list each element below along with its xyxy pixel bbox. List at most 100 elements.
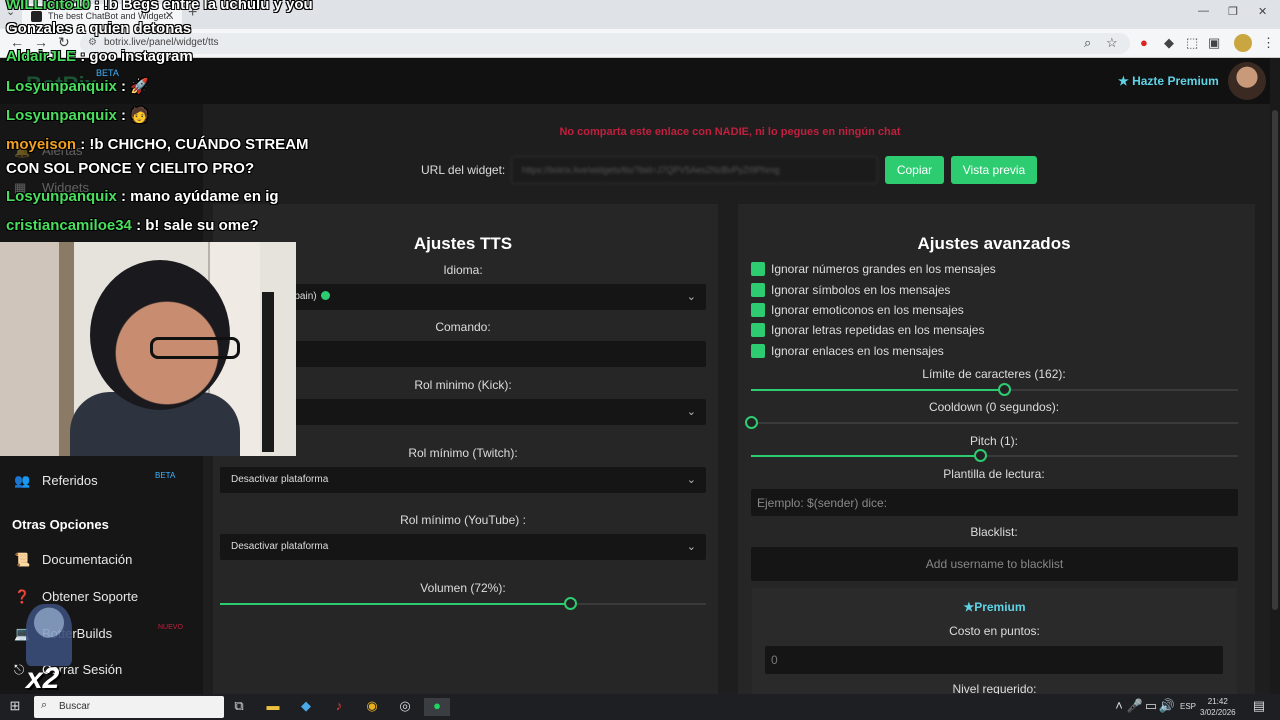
checkbox-ignore-repeated[interactable]: Ignorar letras repetidas en los mensajes (751, 323, 984, 339)
puzzle-icon[interactable]: ⬚ (1186, 35, 1198, 51)
blacklist-label: Blacklist: (970, 525, 1018, 539)
widget-url-label: URL del widget: (421, 163, 506, 177)
clock-time: 21:42 (1207, 697, 1228, 706)
chevron-down-icon: ⌄ (686, 474, 696, 486)
pitch-slider-knob[interactable] (973, 449, 987, 462)
screenshot-icon[interactable]: ▣ (1208, 35, 1220, 51)
referidos-beta-badge: BETA (155, 471, 176, 480)
chevron-down-icon: ⌄ (686, 541, 696, 553)
premium-section-label: Premium (974, 600, 1026, 614)
char-limit-slider[interactable] (751, 383, 1238, 396)
copy-button[interactable]: Copiar (885, 156, 944, 184)
chevron-down-icon: ⌄ (686, 291, 696, 303)
url-text: botrix.live/panel/widget/tts (104, 37, 219, 48)
checkbox-ignore-links[interactable]: Ignorar enlaces en los mensajes (751, 344, 944, 360)
scroll-icon: 📜 (14, 552, 31, 567)
twitch-role-select[interactable]: Desactivar plataforma ⌄ (220, 467, 706, 493)
chat-text: : goo instagram (76, 48, 193, 65)
template-input[interactable]: Ejemplo: $(sender) dice: (751, 489, 1238, 516)
botterbuilds-new-badge: NUEVO (158, 624, 183, 631)
cost-input[interactable]: 0 (765, 646, 1223, 674)
chrome-icon[interactable]: ◉ (363, 698, 381, 716)
spotify-icon[interactable]: ● (424, 698, 450, 716)
volume-icon[interactable]: 🔊 (1158, 698, 1176, 716)
users-icon: 👥 (14, 473, 31, 488)
notifications-icon[interactable]: ▤ (1250, 698, 1268, 716)
chat-username: moyeison (6, 136, 77, 153)
menu-kebab-icon[interactable]: ⋮ (1262, 35, 1275, 51)
task-view-icon[interactable]: ⧉ (230, 698, 248, 716)
webcam-glasses (150, 337, 240, 359)
app-icon[interactable]: ♪ (330, 698, 348, 716)
chat-message: Gonzales a quien detonas (6, 20, 191, 37)
checkbox-ignore-numbers[interactable]: Ignorar números grandes en los mensajes (751, 262, 996, 278)
profile-avatar-icon[interactable] (1234, 34, 1252, 52)
pitch-slider[interactable] (751, 449, 1238, 462)
scrollbar-thumb[interactable] (1272, 110, 1278, 610)
chat-message: Losyunpanquix : 🚀 (6, 77, 149, 95)
x2-badge: x2 (26, 662, 60, 695)
cost-label: Costo en puntos: (949, 624, 1040, 638)
chat-message: WILLicito10 : !b Begs entre la uchulu y … (6, 0, 313, 13)
advanced-settings-title: Ajustes avanzados (917, 234, 1071, 253)
chevron-down-icon: ⌄ (686, 406, 696, 418)
opera-icon[interactable]: ● (1140, 35, 1148, 50)
youtube-role-select[interactable]: Desactivar plataforma ⌄ (220, 534, 706, 560)
window-close-icon[interactable]: ✕ (1258, 5, 1267, 18)
cooldown-slider-knob[interactable] (745, 416, 758, 429)
cooldown-label: Cooldown (0 segundos): (928, 400, 1060, 414)
widget-url-field[interactable]: https://botrix.live/widgets/tts/?bid=J7Q… (511, 156, 878, 184)
checkbox-ignore-symbols[interactable]: Ignorar símbolos en los mensajes (751, 283, 950, 299)
youtube-role-value: Desactivar plataforma (231, 541, 329, 552)
checkbox-icon[interactable] (751, 344, 765, 358)
taskbar: ⊞ ⌕ Buscar ⧉ ▬ ◆ ♪ ◉ ◎ ● ˄ 🎤 ▭ 🔊 ESP 21:… (0, 694, 1280, 720)
zoom-icon[interactable]: ⌕ (1084, 35, 1091, 51)
checkbox-icon[interactable] (751, 303, 765, 317)
taskbar-search[interactable]: ⌕ Buscar (34, 696, 224, 718)
cooldown-slider[interactable] (745, 416, 1238, 429)
file-explorer-icon[interactable]: ▬ (264, 698, 282, 716)
maximize-icon[interactable]: ❐ (1228, 5, 1238, 18)
youtube-role-label: Rol mínimo (YouTube) : (400, 513, 526, 527)
clock-date: 3/02/2026 (1200, 708, 1236, 717)
twitch-role-value: Desactivar plataforma (231, 474, 329, 485)
volume-slider-knob[interactable] (563, 597, 577, 610)
sidebar-item-referidos[interactable]: 👥 Referidos (14, 473, 98, 489)
chat-text: : b! sale su ome? (131, 217, 259, 234)
obs-icon[interactable]: ◎ (396, 698, 414, 716)
template-label: Plantilla de lectura: (943, 467, 1045, 481)
checkbox-label: Ignorar enlaces en los mensajes (771, 344, 944, 358)
bookmark-star-icon[interactable]: ☆ (1106, 35, 1118, 51)
notes-app-icon[interactable]: ◆ (297, 698, 315, 716)
volume-slider[interactable] (220, 597, 706, 610)
sidebar-item-label: Obtener Soporte (42, 589, 139, 604)
checkbox-icon[interactable] (751, 323, 765, 337)
checkbox-icon[interactable] (751, 283, 765, 297)
preview-button[interactable]: Vista previa (951, 156, 1037, 184)
premium-link-label: Hazte Premium (1132, 74, 1219, 88)
premium-link[interactable]: ★ Hazte Premium (1118, 74, 1219, 88)
chat-text: Gonzales a quien detonas (6, 20, 192, 37)
minimize-icon[interactable]: — (1198, 5, 1209, 17)
sidebar-item-label: Documentación (42, 552, 133, 567)
chat-username: AldairJLE (6, 48, 77, 65)
webcam-overlay (0, 242, 296, 456)
keyboard-language[interactable]: ESP (1180, 702, 1196, 711)
extension-icon[interactable]: ◆ (1164, 35, 1174, 51)
checkbox-label: Ignorar letras repetidas en los mensajes (771, 323, 985, 337)
user-avatar[interactable] (1228, 62, 1266, 100)
site-info-icon[interactable]: ⚙ (88, 37, 97, 48)
windows-start-icon[interactable]: ⊞ (6, 698, 24, 716)
address-bar[interactable]: ⚙ botrix.live/panel/widget/tts (80, 33, 1130, 54)
sidebar-item-soporte[interactable]: ❓ Obtener Soporte (14, 589, 138, 605)
char-limit-slider-fill (751, 389, 1005, 391)
taskbar-clock[interactable]: 21:42 3/02/2026 (1200, 696, 1236, 718)
chat-message: cristiancamiloe34 : b! sale su ome? (6, 217, 259, 234)
chat-message: Losyunpanquix : 🧑 (6, 106, 149, 124)
voice-status-icon (320, 291, 330, 300)
blacklist-input[interactable]: Add username to blacklist (751, 547, 1238, 581)
checkbox-ignore-emotes[interactable]: Ignorar emoticonos en los mensajes (751, 303, 964, 319)
sidebar-item-documentacion[interactable]: 📜 Documentación (14, 552, 132, 568)
checkbox-icon[interactable] (751, 262, 765, 276)
chat-message: AldairJLE : goo instagram (6, 48, 193, 65)
